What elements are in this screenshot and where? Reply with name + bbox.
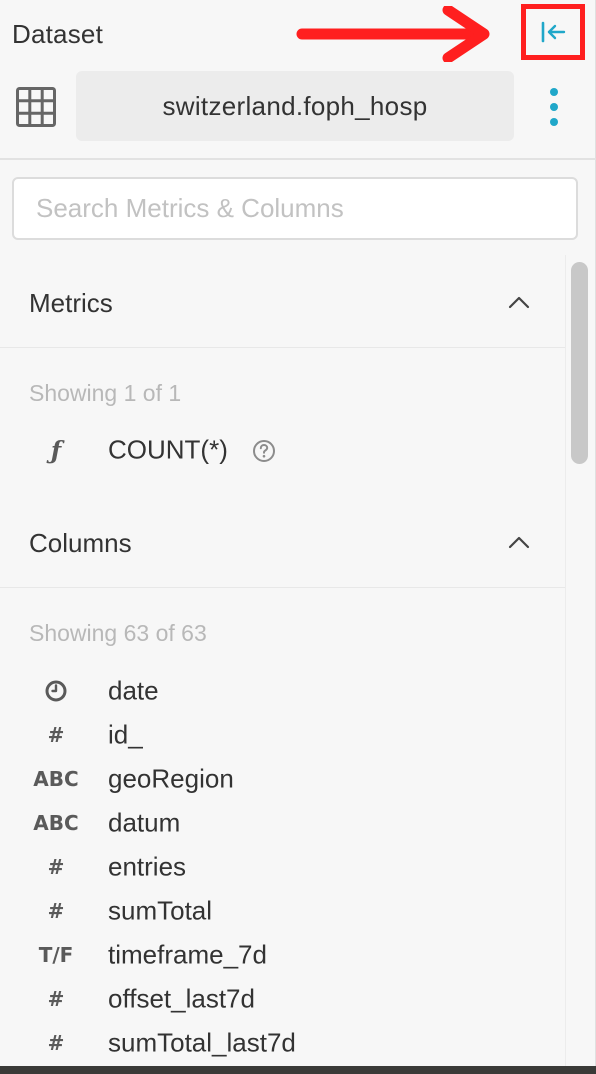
numeric-type-icon: # xyxy=(47,1031,65,1055)
column-item[interactable]: # sumTotal xyxy=(0,889,565,933)
column-name: entries xyxy=(108,851,187,882)
chevron-up-icon xyxy=(508,296,530,309)
numeric-type-icon: # xyxy=(47,899,65,923)
chevron-up-icon xyxy=(508,536,530,549)
columns-title: Columns xyxy=(29,528,132,558)
panel-title: Dataset xyxy=(12,19,104,49)
metrics-title: Metrics xyxy=(29,288,113,318)
column-name: id_ xyxy=(108,719,143,750)
column-name: datum xyxy=(108,807,181,838)
column-name: date xyxy=(108,675,159,706)
columns-section-header[interactable]: Columns xyxy=(0,498,565,588)
question-circle-icon[interactable] xyxy=(252,439,276,463)
column-item[interactable]: # entries xyxy=(0,845,565,889)
search-input[interactable] xyxy=(12,177,578,240)
dataset-name-label: switzerland.foph_hosp xyxy=(162,90,428,121)
dataset-panel: Dataset switzerland.foph_hosp Metrics xyxy=(0,0,596,1074)
function-icon: ƒ xyxy=(50,435,62,465)
column-name: sumTotal xyxy=(108,895,213,926)
column-item[interactable]: T/F timeframe_7d xyxy=(0,933,565,977)
columns-showing-count: Showing 63 of 63 xyxy=(29,620,207,646)
string-type-icon: ABC xyxy=(33,811,79,835)
boolean-type-icon: T/F xyxy=(38,943,74,967)
scrollbar-thumb[interactable] xyxy=(571,262,588,464)
more-vertical-icon[interactable] xyxy=(540,86,568,130)
numeric-type-icon: # xyxy=(47,855,65,879)
bottom-edge xyxy=(0,1066,596,1074)
annotation-arrow-icon xyxy=(296,6,490,62)
collapse-left-arrow-icon xyxy=(541,21,566,43)
clock-icon xyxy=(45,680,67,702)
header-divider xyxy=(0,158,596,160)
column-name: sumTotal_last7d xyxy=(108,1027,296,1058)
column-item[interactable]: ABC geoRegion xyxy=(0,757,565,801)
column-name: geoRegion xyxy=(108,763,234,794)
numeric-type-icon: # xyxy=(47,723,65,747)
column-name: offset_last7d xyxy=(108,983,255,1014)
metric-item[interactable]: ƒ COUNT(*) xyxy=(0,428,565,472)
column-item[interactable]: # sumTotal_last7d xyxy=(0,1021,565,1065)
table-grid-icon xyxy=(16,87,56,127)
column-item[interactable]: # offset_last7d xyxy=(0,977,565,1021)
string-type-icon: ABC xyxy=(33,767,79,791)
numeric-type-icon: # xyxy=(47,987,65,1011)
metric-name: COUNT(*) xyxy=(108,434,228,465)
collapse-panel-button[interactable] xyxy=(521,4,585,60)
column-name: timeframe_7d xyxy=(108,939,267,970)
dataset-selector[interactable]: switzerland.foph_hosp xyxy=(76,71,514,141)
metrics-showing-count: Showing 1 of 1 xyxy=(29,380,182,406)
column-item[interactable]: # id_ xyxy=(0,713,565,757)
column-item[interactable]: date xyxy=(0,669,565,713)
column-item[interactable]: ABC datum xyxy=(0,801,565,845)
metrics-section-header[interactable]: Metrics xyxy=(0,258,565,348)
